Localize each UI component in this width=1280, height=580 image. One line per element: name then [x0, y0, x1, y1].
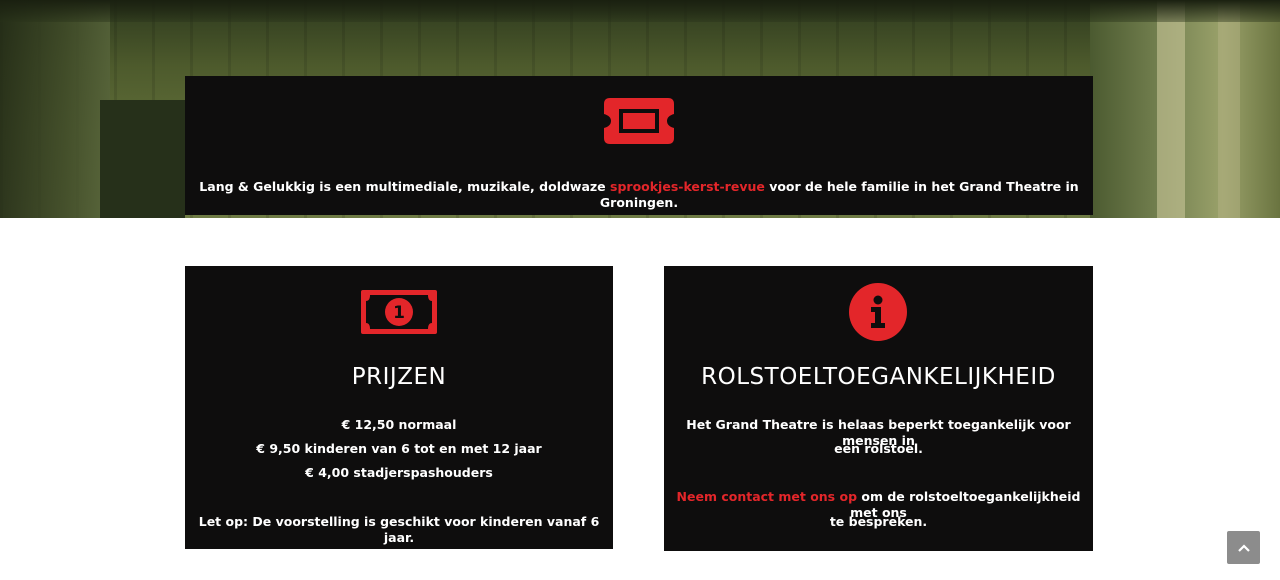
chevron-up-icon [1237, 543, 1250, 552]
price-line-stadjerspas: € 4,00 stadjerspashouders [305, 465, 493, 480]
hero-ceiling [0, 0, 1280, 22]
accessibility-card: ROLSTOELTOEGANKELIJKHEID Het Grand Theat… [664, 266, 1093, 551]
scroll-to-top-button[interactable] [1227, 531, 1260, 564]
contact-text-line2: te bespreken. [829, 514, 928, 529]
intro-text-before: Lang & Gelukkig is een multimediale, muz… [199, 179, 611, 194]
money-bill-icon: 1 [361, 290, 437, 334]
hero-beam-2 [1218, 0, 1240, 218]
accessibility-title: ROLSTOELTOEGANKELIJKHEID [701, 364, 1056, 390]
intro-highlight-link[interactable]: sprookjes-kerst-revue [610, 179, 765, 194]
intro-text: Lang & Gelukkig is een multimediale, muz… [185, 179, 1093, 211]
hero-wall-left [0, 0, 110, 218]
contact-link[interactable]: Neem contact met ons op [677, 489, 857, 504]
price-line-normal: € 12,50 normaal [341, 417, 457, 432]
prices-title: PRIJZEN [351, 364, 447, 390]
hero-panel-left [100, 100, 185, 218]
accessibility-text-line2: een rolstoel. [834, 441, 923, 456]
svg-text:1: 1 [393, 303, 405, 323]
price-line-children: € 9,50 kinderen van 6 tot en met 12 jaar [256, 441, 542, 456]
hero-wall-right [1090, 0, 1280, 218]
ticket-icon [604, 98, 674, 144]
info-icon [849, 283, 907, 341]
hero-beam [1157, 0, 1185, 218]
age-note: Let op: De voorstelling is geschikt voor… [198, 514, 600, 545]
prices-card: 1 PRIJZEN € 12,50 normaal € 9,50 kindere… [185, 266, 613, 549]
intro-card: Lang & Gelukkig is een multimediale, muz… [185, 76, 1093, 215]
